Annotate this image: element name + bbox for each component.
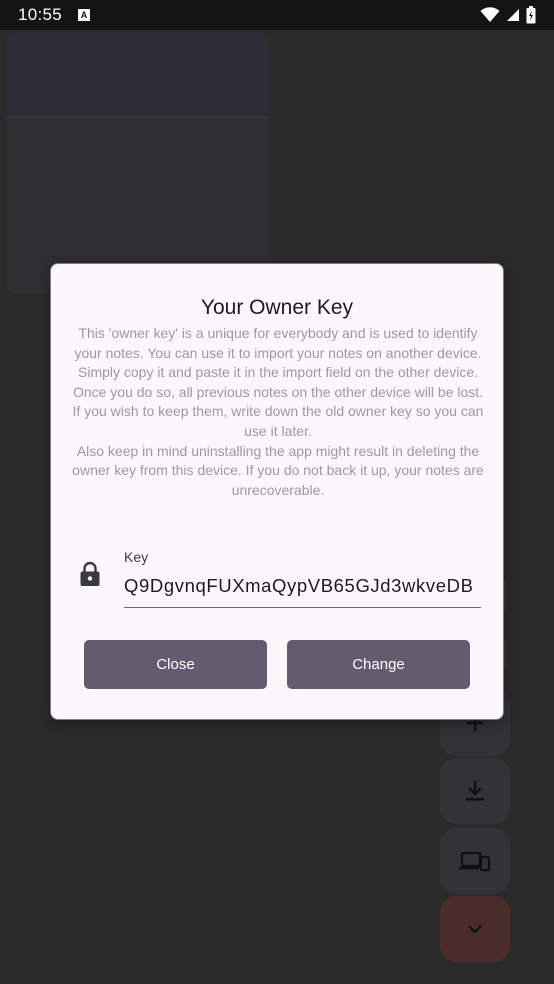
chevron-down-icon <box>468 925 482 934</box>
dialog-title: Your Owner Key <box>200 296 354 319</box>
key-field-value[interactable]: Q9DgvnqFUXmaQypVB65GJd3wkveDB <box>124 571 481 605</box>
dialog-body-paragraph: Also keep in mind uninstalling the app m… <box>72 442 484 498</box>
dialog-body: This 'owner key' is a unique for everybo… <box>71 324 485 500</box>
dialog-body-paragraph: Simply copy it and paste it in the impor… <box>72 364 484 400</box>
background-note-card <box>6 32 270 294</box>
download-icon <box>466 781 484 801</box>
status-bar: 10:55 A <box>0 0 554 30</box>
status-icons <box>480 6 536 24</box>
background-note-card-header <box>6 32 270 118</box>
a-letter-icon: A <box>78 9 91 21</box>
dialog-body-paragraph: This 'owner key' is a unique for everybo… <box>74 325 482 361</box>
wifi-icon <box>480 7 500 22</box>
key-field-underline <box>124 607 481 609</box>
screen: 10:55 A Your Owner Key This 'owner key' … <box>0 0 554 984</box>
owner-key-field[interactable]: Key Q9DgvnqFUXmaQypVB65GJd3wkveDB <box>75 547 483 609</box>
dialog-body-paragraph: If you wish to keep them, write down the… <box>72 403 484 439</box>
owner-key-fab[interactable] <box>440 828 510 894</box>
lock-icon <box>80 561 100 586</box>
status-time: 10:55 <box>18 5 63 24</box>
key-field-label: Key <box>124 549 149 565</box>
import-fab[interactable] <box>440 758 510 824</box>
owner-key-dialog: Your Owner Key This 'owner key' is a uni… <box>50 263 504 720</box>
close-button[interactable]: Close <box>84 640 267 689</box>
devices-icon <box>459 851 491 872</box>
collapse-fab[interactable] <box>440 896 510 962</box>
signal-icon <box>507 9 519 21</box>
battery-icon <box>526 6 536 24</box>
change-button[interactable]: Change <box>287 640 470 689</box>
